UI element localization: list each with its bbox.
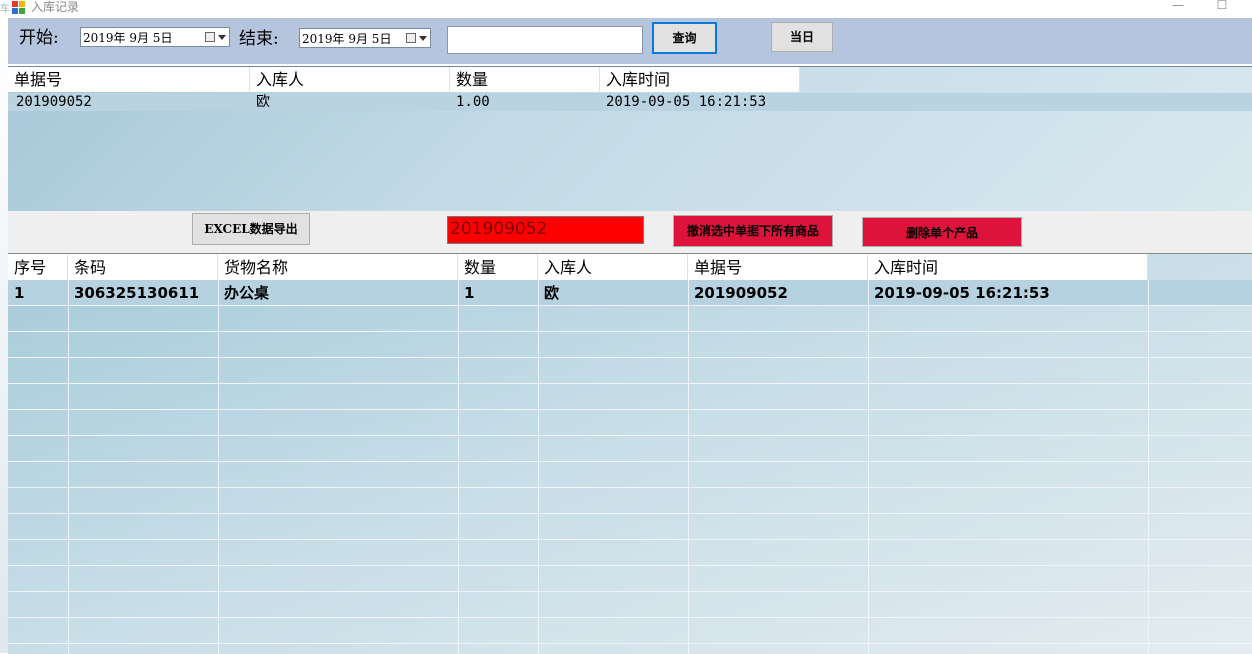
column-divider xyxy=(538,280,539,654)
column-divider xyxy=(868,280,869,654)
receiver-cell: 欧 xyxy=(256,94,270,110)
items-col-header[interactable]: 货物名称 xyxy=(218,254,458,280)
excel-export-button[interactable]: EXCEL数据导出 xyxy=(192,213,310,245)
table-row[interactable] xyxy=(8,358,1252,384)
order-number-cell: 201909052 xyxy=(16,94,92,110)
window-title: 入库记录 xyxy=(31,0,80,14)
barcode-cell: 306325130611 xyxy=(74,284,200,302)
orders-header-row: 单据号 入库人 数量 入库时间 xyxy=(8,67,800,92)
table-row[interactable] xyxy=(8,436,1252,462)
chevron-down-icon[interactable] xyxy=(419,36,427,41)
orders-grid[interactable]: 单据号 入库人 数量 入库时间 201909052 欧 1.00 2019-09… xyxy=(8,66,1252,212)
table-row[interactable]: 1 306325130611 办公桌 1 欧 201909052 2019-09… xyxy=(8,280,1252,306)
cancel-all-items-button[interactable]: 撤消选中单据下所有商品 xyxy=(673,215,833,247)
items-grid[interactable]: 序号 条码 货物名称 数量 入库人 单据号 入库时间 1 30632513061… xyxy=(8,253,1252,654)
table-row[interactable] xyxy=(8,410,1252,436)
app-icon xyxy=(12,1,26,15)
column-divider xyxy=(1148,280,1149,654)
start-date-value: 2019年 9月 5日 xyxy=(83,31,173,45)
calendar-icon xyxy=(406,33,416,43)
background-window-glyph: 车 xyxy=(0,4,10,15)
items-col-header[interactable]: 序号 xyxy=(8,254,68,280)
today-button[interactable]: 当日 xyxy=(771,22,833,52)
end-date-value: 2019年 9月 5日 xyxy=(302,32,392,46)
table-row[interactable] xyxy=(8,514,1252,540)
time-cell: 2019-09-05 16:21:53 xyxy=(606,94,767,110)
table-row[interactable] xyxy=(8,332,1252,358)
selected-order-field[interactable]: 201909052 xyxy=(447,216,644,244)
table-row[interactable] xyxy=(8,618,1252,644)
table-row[interactable] xyxy=(8,488,1252,514)
table-row[interactable] xyxy=(8,306,1252,332)
end-label: 结束: xyxy=(239,29,279,49)
column-divider xyxy=(688,280,689,654)
start-date-picker[interactable]: 2019年 9月 5日 xyxy=(80,27,230,47)
items-col-header[interactable]: 入库人 xyxy=(538,254,688,280)
items-col-header[interactable]: 入库时间 xyxy=(868,254,1148,280)
quantity-cell: 1 xyxy=(464,284,475,302)
start-label: 开始: xyxy=(19,28,59,48)
table-row[interactable]: 201909052 欧 1.00 2019-09-05 16:21:53 xyxy=(8,93,1252,111)
orders-col-header[interactable]: 数量 xyxy=(450,67,600,92)
column-divider xyxy=(218,280,219,654)
maximize-button[interactable]: ☐ xyxy=(1202,0,1242,14)
query-button[interactable]: 查询 xyxy=(652,22,717,54)
table-row[interactable] xyxy=(8,540,1252,566)
left-window-edge xyxy=(0,18,8,653)
chevron-down-icon[interactable] xyxy=(218,35,226,40)
title-bar: 入库记录 — ☐ xyxy=(0,0,1252,18)
receiver-cell: 欧 xyxy=(544,284,560,302)
minimize-button[interactable]: — xyxy=(1158,0,1198,14)
product-name-cell: 办公桌 xyxy=(224,284,270,302)
items-col-header[interactable]: 单据号 xyxy=(688,254,868,280)
orders-col-header[interactable]: 入库时间 xyxy=(600,67,800,92)
calendar-icon xyxy=(205,32,215,42)
table-row[interactable] xyxy=(8,566,1252,592)
table-row[interactable] xyxy=(8,384,1252,410)
table-row[interactable] xyxy=(8,592,1252,618)
end-date-picker[interactable]: 2019年 9月 5日 xyxy=(299,28,431,48)
search-input[interactable] xyxy=(447,26,643,54)
time-cell: 2019-09-05 16:21:53 xyxy=(874,284,1050,302)
order-number-cell: 201909052 xyxy=(694,284,788,302)
quantity-cell: 1.00 xyxy=(456,94,490,110)
table-row[interactable] xyxy=(8,462,1252,488)
column-divider xyxy=(68,280,69,654)
index-cell: 1 xyxy=(14,284,25,302)
orders-col-header[interactable]: 单据号 xyxy=(8,67,250,92)
items-col-header[interactable]: 条码 xyxy=(68,254,218,280)
orders-col-header[interactable]: 入库人 xyxy=(250,67,450,92)
items-col-header[interactable]: 数量 xyxy=(458,254,538,280)
delete-single-item-button[interactable]: 删除单个产品 xyxy=(862,217,1022,247)
column-divider xyxy=(458,280,459,654)
items-header-row: 序号 条码 货物名称 数量 入库人 单据号 入库时间 xyxy=(8,254,1148,280)
